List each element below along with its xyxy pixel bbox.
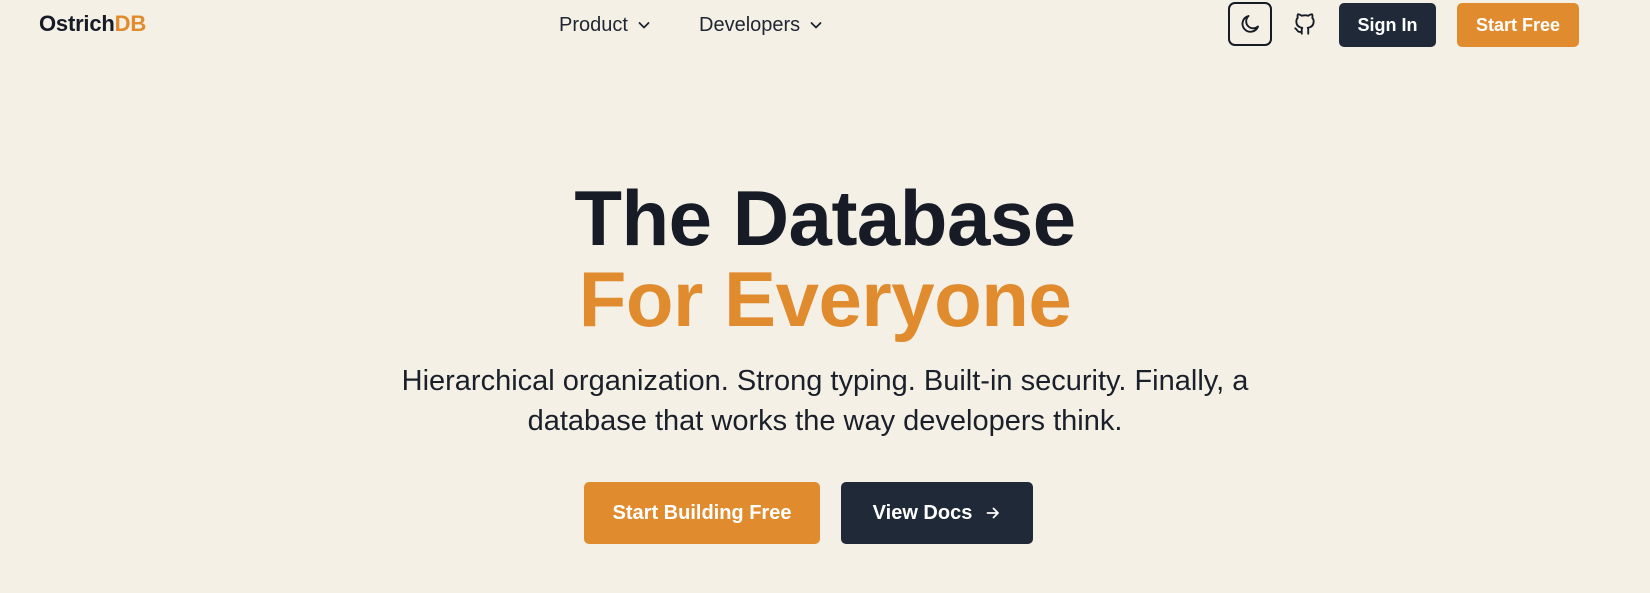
logo[interactable]: OstrichDB [39, 11, 146, 37]
chevron-down-icon [810, 22, 822, 29]
nav-developers[interactable]: Developers [699, 11, 823, 39]
github-link[interactable] [1291, 10, 1319, 38]
nav-developers-label: Developers [699, 13, 801, 36]
hero-subtitle: Hierarchical organization. Strong typing… [0, 361, 1650, 441]
logo-main-text: Ostrich [39, 11, 115, 36]
sign-in-button[interactable]: Sign In [1339, 3, 1436, 47]
logo-accent-text: DB [114, 11, 147, 36]
start-free-button[interactable]: Start Free [1457, 3, 1579, 47]
view-docs-label: View Docs [872, 501, 973, 524]
chevron-down-icon [638, 22, 650, 29]
hero-subtitle-line1: Hierarchical organization. Strong typing… [401, 365, 1249, 397]
github-icon [1294, 13, 1315, 35]
hero-subtitle-line2: database that works the way developers t… [527, 405, 1123, 437]
site-header: OstrichDB Product Developers Sign In Sta… [0, 0, 1650, 50]
arrow-right-icon [986, 507, 1000, 519]
start-building-free-button[interactable]: Start Building Free [584, 482, 820, 544]
nav-product[interactable]: Product [559, 11, 651, 39]
theme-toggle-button[interactable] [1228, 2, 1272, 46]
hero-title-line1: The Database [574, 174, 1076, 262]
hero-title-line2: For Everyone [578, 255, 1072, 343]
nav-product-label: Product [559, 13, 628, 36]
view-docs-button[interactable]: View Docs [841, 482, 1033, 544]
moon-icon [1241, 15, 1259, 33]
